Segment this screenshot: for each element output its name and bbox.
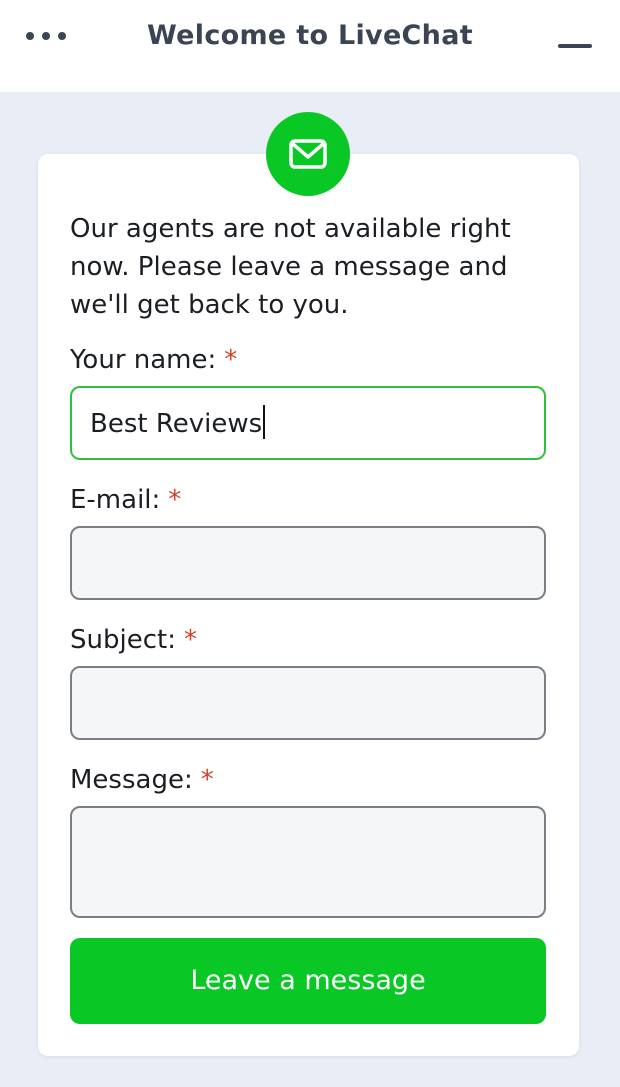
email-label-text: E-mail: xyxy=(70,485,161,515)
message-label: Message: * xyxy=(70,762,214,798)
subject-label-text: Subject: xyxy=(70,625,176,655)
chat-header: Welcome to LiveChat xyxy=(0,0,620,92)
subject-input[interactable] xyxy=(70,666,546,740)
subject-label: Subject: * xyxy=(70,622,197,658)
name-input[interactable]: Best Reviews xyxy=(70,386,546,460)
email-label: E-mail: * xyxy=(70,482,181,518)
required-marker: * xyxy=(224,345,238,375)
name-label: Your name: * xyxy=(70,342,237,378)
required-marker: * xyxy=(168,485,182,515)
window-title: Welcome to LiveChat xyxy=(147,20,473,51)
required-marker: * xyxy=(200,765,214,795)
required-marker: * xyxy=(183,625,197,655)
offline-intro-text: Our agents are not available right now. … xyxy=(70,214,511,320)
message-label-text: Message: xyxy=(70,765,193,795)
leave-message-button[interactable]: Leave a message xyxy=(70,938,546,1024)
name-label-text: Your name: xyxy=(70,345,217,375)
email-input[interactable] xyxy=(70,526,546,600)
text-caret xyxy=(263,405,266,439)
envelope-icon xyxy=(266,112,350,196)
message-textarea[interactable] xyxy=(70,806,546,918)
name-input-value: Best Reviews xyxy=(90,405,266,442)
minimize-icon[interactable] xyxy=(556,26,596,56)
